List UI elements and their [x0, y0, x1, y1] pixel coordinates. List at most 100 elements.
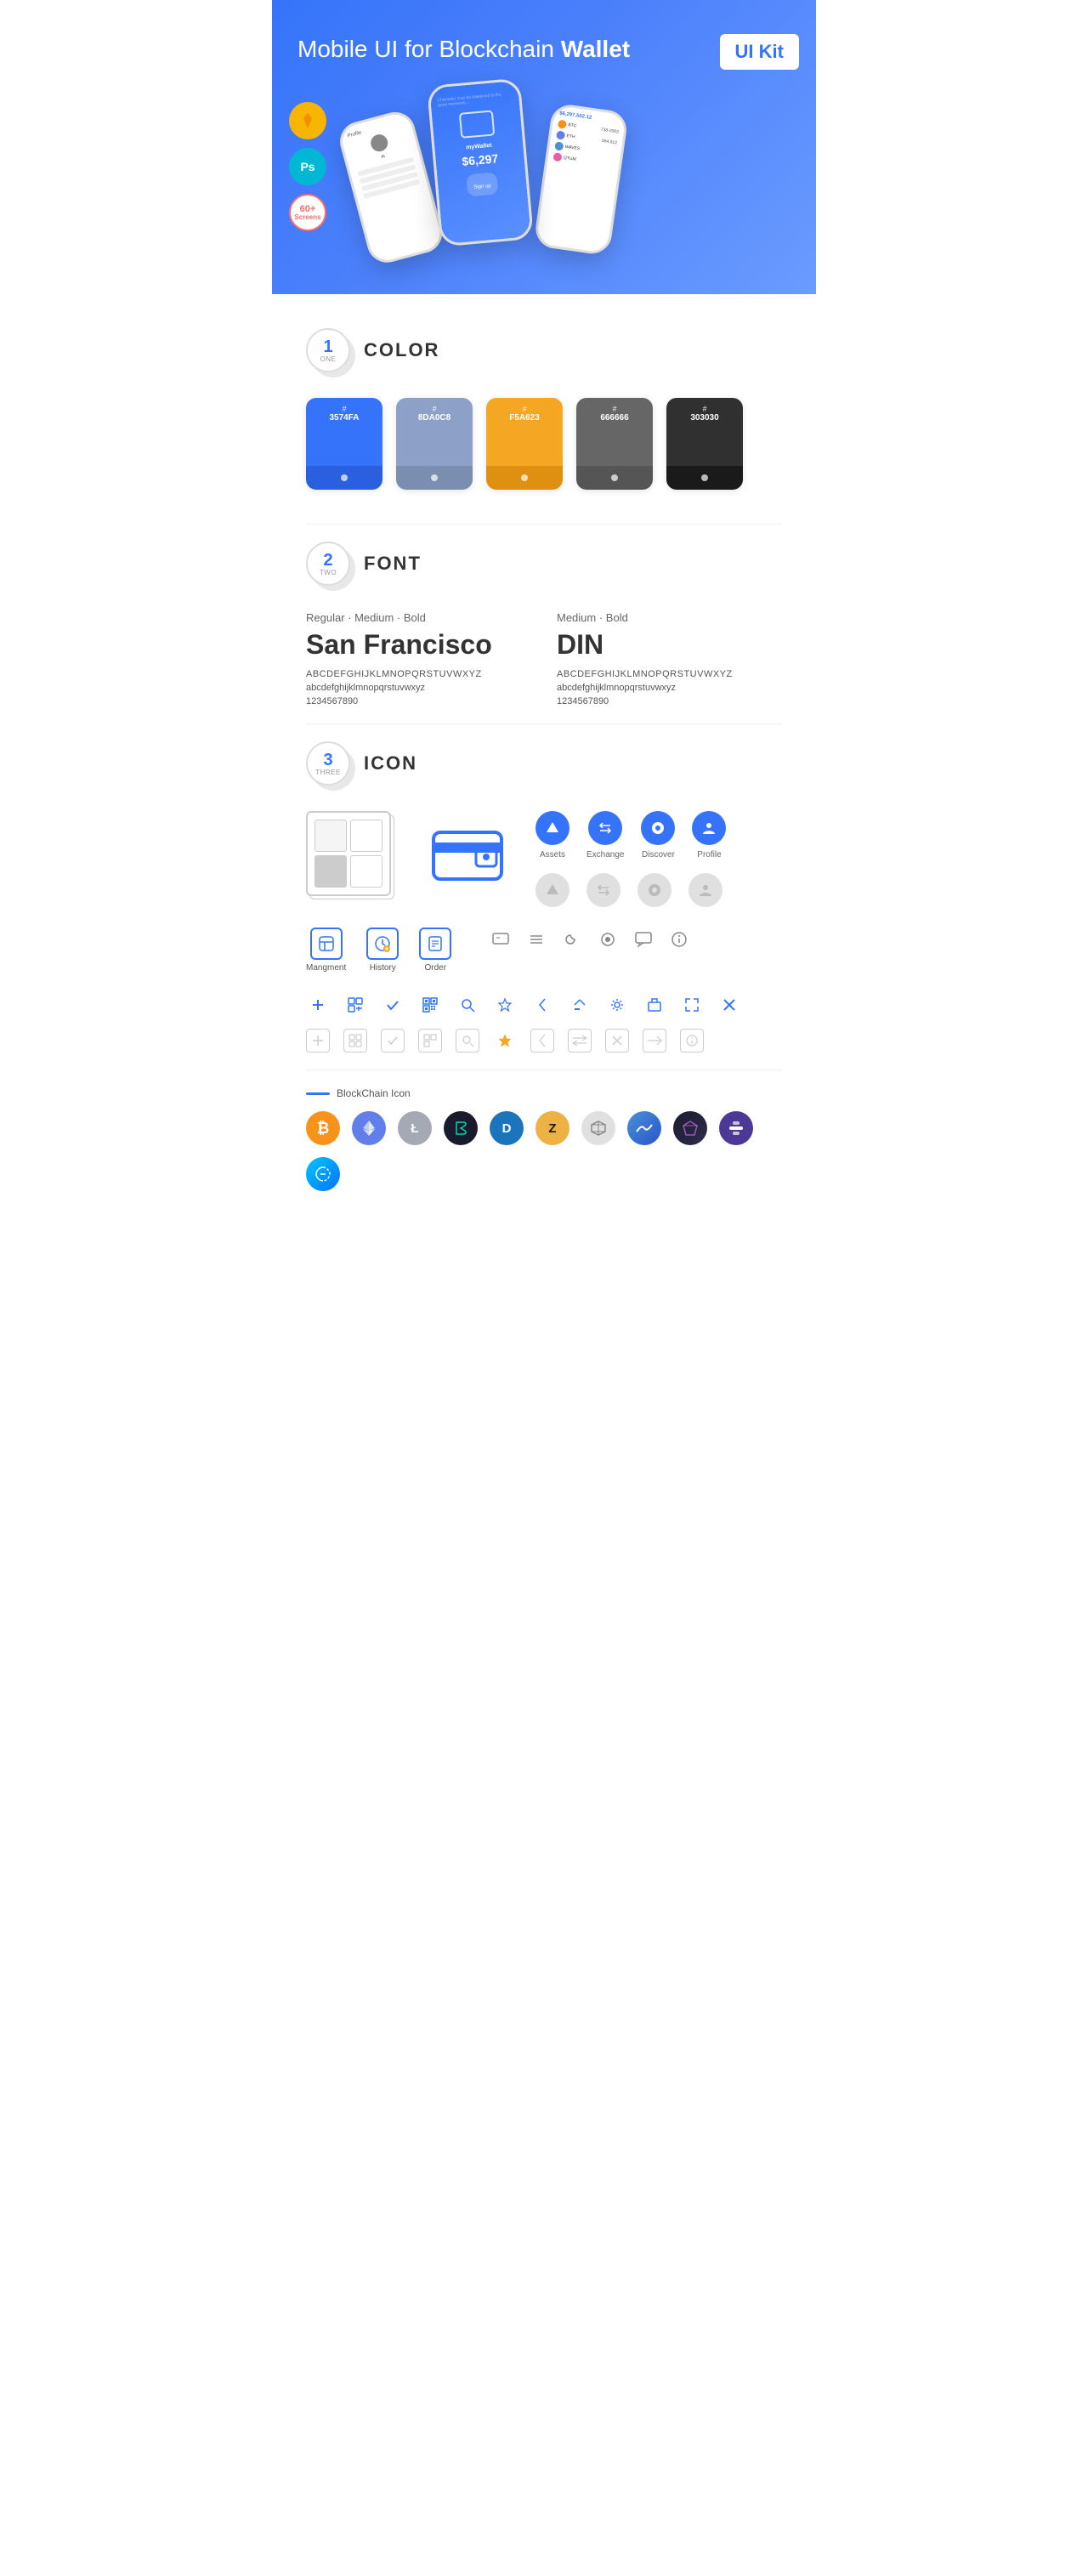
nav-icons-grey	[536, 873, 726, 907]
moon-icon	[560, 928, 584, 951]
wf-cell-3	[314, 855, 347, 888]
color-word: ONE	[320, 355, 337, 363]
zcash-icon: Z	[536, 1111, 570, 1145]
color-number-wrap: 1 ONE	[306, 328, 350, 372]
layers-icon	[524, 928, 548, 951]
ltc-icon: Ł	[398, 1111, 432, 1145]
font-sf-style: Regular · Medium · Bold	[306, 611, 531, 624]
icon-num: 3	[323, 752, 332, 769]
icon-discover: Discover	[641, 811, 675, 860]
info-icon	[667, 928, 691, 951]
wallet-icon-colored	[429, 815, 506, 892]
blockchain-label-row: BlockChain Icon	[306, 1087, 782, 1099]
blockchain-line	[306, 1092, 330, 1095]
font-din-lower: abcdefghijklmnopqrstuvwxyz	[557, 683, 782, 693]
color-section-header: 1 ONE COLOR	[306, 328, 782, 372]
box-arrow-icon	[643, 993, 666, 1017]
misc-icons-row	[489, 928, 691, 951]
color-num: 1	[323, 338, 332, 355]
eth-icon	[352, 1111, 386, 1145]
icon-history: History	[366, 928, 399, 973]
blockchain-label-text: BlockChain Icon	[337, 1087, 411, 1099]
icon-word: THREE	[315, 769, 341, 776]
icon-number: 3 THREE	[306, 741, 350, 786]
profile-icon-circle	[692, 811, 726, 845]
discover-label: Discover	[642, 850, 675, 860]
wf-cell-2	[350, 820, 382, 852]
font-number-wrap: 2 TWO	[306, 542, 350, 586]
plus-icon-blue	[306, 993, 330, 1017]
assets-icon-circle	[536, 811, 570, 845]
chevron-left-grey	[530, 1029, 554, 1053]
ui-kit-badge: UI Kit	[720, 34, 799, 70]
settings-icon-blue	[605, 993, 629, 1017]
history-label: History	[370, 963, 396, 973]
x-icon-grey	[605, 1029, 629, 1053]
waves-icon	[627, 1111, 661, 1145]
icon-colored-wrap	[425, 811, 510, 896]
bottom-icons-labeled: Mangment History Order	[306, 928, 782, 973]
qr-icon-grey	[418, 1029, 442, 1053]
phone-right: $6,297,502.12 BTC 738-2003 ETH 564,912	[533, 103, 629, 257]
hero-title-start: Mobile UI for Blockchain	[298, 36, 561, 62]
color-title: COLOR	[364, 339, 439, 361]
phone-center: Character may be mastered in the good mo…	[427, 78, 534, 247]
hero-phones: Profile AI Character may be mastered in …	[298, 73, 790, 243]
font-title: FONT	[364, 553, 422, 575]
color-swatches: # 3574FA # 8DA0C8 # F5A623 # 666666	[306, 398, 782, 490]
main-content: 1 ONE COLOR # 3574FA # 8DA0C8 # F5A623	[272, 294, 816, 1217]
icon-title: ICON	[364, 752, 417, 775]
color-number: 1 ONE	[306, 328, 350, 372]
crypto-icons-row: ₿ Ł D Z	[306, 1111, 782, 1191]
color-swatch-orange: # F5A623	[486, 398, 563, 490]
band-icon	[719, 1111, 753, 1145]
icon-number-wrap: 3 THREE	[306, 741, 350, 786]
small-icons-blue-row	[306, 993, 782, 1017]
plus-icon-grey	[306, 1029, 330, 1053]
arrow-right-grey	[643, 1029, 666, 1053]
font-din-upper: ABCDEFGHIJKLMNOPQRSTUVWXYZ	[557, 669, 782, 679]
hero-title-bold: Wallet	[561, 36, 630, 62]
profile-icon-grey	[688, 873, 722, 907]
font-din-numbers: 1234567890	[557, 696, 782, 706]
font-din-style: Medium · Bold	[557, 611, 782, 624]
exchange-icon-grey	[586, 873, 620, 907]
exchange-label: Exchange	[586, 850, 624, 860]
star-icon-blue	[493, 993, 517, 1017]
link-icon	[306, 1157, 340, 1191]
chat2-icon	[632, 928, 655, 951]
color-swatch-dark: # 303030	[666, 398, 743, 490]
font-word: TWO	[320, 569, 337, 576]
icon-main-row: Assets Exchange Discover	[306, 811, 782, 907]
search-icon-grey	[456, 1029, 479, 1053]
btc-icon: ₿	[306, 1111, 340, 1145]
color-swatch-grayblue: # 8DA0C8	[396, 398, 473, 490]
icon-order: Order	[419, 928, 451, 973]
bsv-icon	[444, 1111, 478, 1145]
icon-assets: Assets	[536, 811, 570, 860]
grid-icon-grey	[343, 1029, 367, 1053]
font-num: 2	[323, 552, 332, 569]
order-label: Order	[424, 963, 446, 973]
nav-icons-wrap: Assets Exchange Discover	[536, 811, 726, 907]
arrows-icon-grey	[568, 1029, 592, 1053]
font-sf: Regular · Medium · Bold San Francisco AB…	[306, 611, 531, 706]
info-icon-grey	[680, 1029, 704, 1053]
hero-title: Mobile UI for Blockchain Wallet	[298, 34, 790, 65]
font-grid: Regular · Medium · Bold San Francisco AB…	[306, 611, 782, 706]
font-sf-numbers: 1234567890	[306, 696, 531, 706]
discover-icon-circle	[641, 811, 675, 845]
chat-icon	[489, 928, 513, 951]
management-icon-box	[310, 928, 343, 960]
search-icon-blue	[456, 993, 479, 1017]
font-din: Medium · Bold DIN ABCDEFGHIJKLMNOPQRSTUV…	[557, 611, 782, 706]
font-section-header: 2 TWO FONT	[306, 542, 782, 586]
profile-label: Profile	[697, 850, 721, 860]
icon-profile: Profile	[692, 811, 726, 860]
circle-icon	[596, 928, 620, 951]
order-icon-box	[419, 928, 451, 960]
hero-section: Mobile UI for Blockchain Wallet UI Kit P…	[272, 0, 816, 294]
font-sf-lower: abcdefghijklmnopqrstuvwxyz	[306, 683, 531, 693]
history-icon-box	[366, 928, 399, 960]
grid-icon	[581, 1111, 615, 1145]
